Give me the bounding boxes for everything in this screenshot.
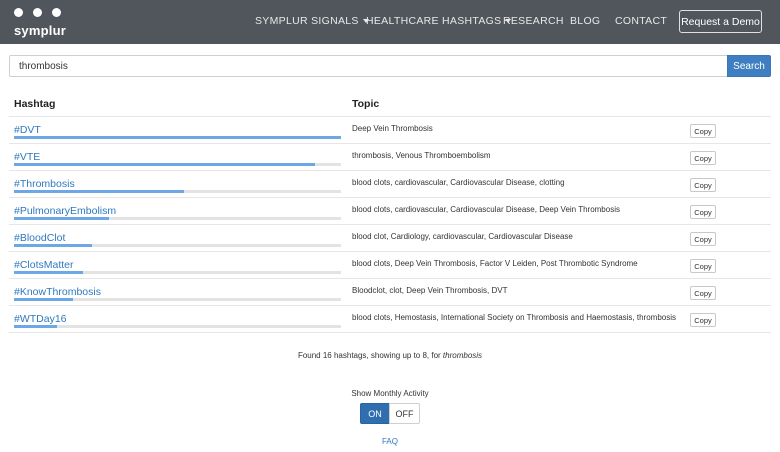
hashtag-link[interactable]: #KnowThrombosis <box>14 286 101 298</box>
results-summary-text: Found 16 hashtags, showing up to 8, for <box>297 351 443 360</box>
activity-bar-fill <box>14 244 93 247</box>
hashtag-column-header: Hashtag <box>14 98 56 110</box>
results-summary: Found 16 hashtags, showing up to 8, for … <box>0 351 780 360</box>
logo-wordmark: symplur <box>14 23 66 38</box>
nav-healthcare-hashtags-label: HEALTHCARE HASHTAGS <box>366 15 502 27</box>
copy-button[interactable]: Copy <box>690 124 716 138</box>
activity-bar <box>14 325 341 328</box>
activity-bar <box>14 244 341 247</box>
hashtag-link[interactable]: #Thrombosis <box>14 178 75 190</box>
table-row: #PulmonaryEmbolism blood clots, cardiova… <box>9 197 771 224</box>
activity-bar-fill <box>14 190 185 193</box>
topic-text: blood clots, Deep Vein Thrombosis, Facto… <box>352 259 638 268</box>
topic-text: blood clots, cardiovascular, Cardiovascu… <box>352 205 620 214</box>
monthly-activity-off-button[interactable]: OFF <box>389 403 420 424</box>
request-demo-button[interactable]: Request a Demo <box>679 10 762 33</box>
activity-bar <box>14 217 341 220</box>
copy-button[interactable]: Copy <box>690 151 716 165</box>
table-row: #BloodClot blood clot, Cardiology, cardi… <box>9 224 771 251</box>
results-summary-term: thrombosis <box>442 351 483 360</box>
table-row: #VTE thrombosis, Venous Thromboembolism … <box>9 143 771 170</box>
copy-button[interactable]: Copy <box>690 205 716 219</box>
activity-bar-fill <box>14 325 57 328</box>
table-bottom-border <box>9 332 771 333</box>
copy-button[interactable]: Copy <box>690 178 716 192</box>
topic-text: blood clot, Cardiology, cardiovascular, … <box>352 232 573 241</box>
nav-blog[interactable]: BLOG <box>570 15 600 27</box>
faq-link[interactable]: FAQ <box>0 437 780 446</box>
table-row: #Thrombosis blood clots, cardiovascular,… <box>9 170 771 197</box>
copy-button[interactable]: Copy <box>690 259 716 273</box>
topic-text: thrombosis, Venous Thromboembolism <box>352 151 491 160</box>
copy-button[interactable]: Copy <box>690 232 716 246</box>
activity-bar <box>14 136 341 139</box>
hashtag-link[interactable]: #ClotsMatter <box>14 259 74 271</box>
table-row: #WTDay16 blood clots, Hemostasis, Intern… <box>9 305 771 332</box>
topic-text: Bloodclot, clot, Deep Vein Thrombosis, D… <box>352 286 508 295</box>
activity-bar <box>14 298 341 301</box>
activity-bar <box>14 271 341 274</box>
hashtag-link[interactable]: #VTE <box>14 151 40 163</box>
hashtag-link[interactable]: #PulmonaryEmbolism <box>14 205 116 217</box>
activity-bar-fill <box>14 136 341 139</box>
table-row: #DVT Deep Vein Thrombosis Copy <box>9 116 771 143</box>
hashtag-link[interactable]: #DVT <box>14 124 41 136</box>
activity-bar-fill <box>14 217 109 220</box>
nav-symplur-signals[interactable]: SYMPLUR SIGNALS <box>255 15 369 27</box>
symplur-logo[interactable]: symplur <box>14 6 74 40</box>
topic-text: blood clots, Hemostasis, International S… <box>352 313 677 322</box>
table-row: #KnowThrombosis Bloodclot, clot, Deep Ve… <box>9 278 771 305</box>
top-navbar: symplur SYMPLUR SIGNALS HEALTHCARE HASHT… <box>0 0 780 44</box>
search-button[interactable]: Search <box>727 55 771 77</box>
copy-button[interactable]: Copy <box>690 286 716 300</box>
monthly-activity-on-button[interactable]: ON <box>360 403 390 424</box>
monthly-activity-label: Show Monthly Activity <box>351 389 429 398</box>
topic-text: blood clots, cardiovascular, Cardiovascu… <box>352 178 565 187</box>
nav-contact[interactable]: CONTACT <box>615 15 667 27</box>
hashtag-link[interactable]: #BloodClot <box>14 232 65 244</box>
table-row: #ClotsMatter blood clots, Deep Vein Thro… <box>9 251 771 278</box>
search-input[interactable] <box>9 55 728 77</box>
activity-bar-fill <box>14 163 315 166</box>
activity-bar <box>14 190 341 193</box>
nav-symplur-signals-label: SYMPLUR SIGNALS <box>255 15 359 27</box>
nav-research[interactable]: RESEARCH <box>503 15 564 27</box>
activity-bar <box>14 163 341 166</box>
activity-bar-fill <box>14 271 83 274</box>
nav-healthcare-hashtags[interactable]: HEALTHCARE HASHTAGS <box>366 15 512 27</box>
topic-column-header: Topic <box>352 98 380 110</box>
topic-text: Deep Vein Thrombosis <box>352 124 433 133</box>
hashtag-link[interactable]: #WTDay16 <box>14 313 67 325</box>
copy-button[interactable]: Copy <box>690 313 716 327</box>
activity-bar-fill <box>14 298 73 301</box>
